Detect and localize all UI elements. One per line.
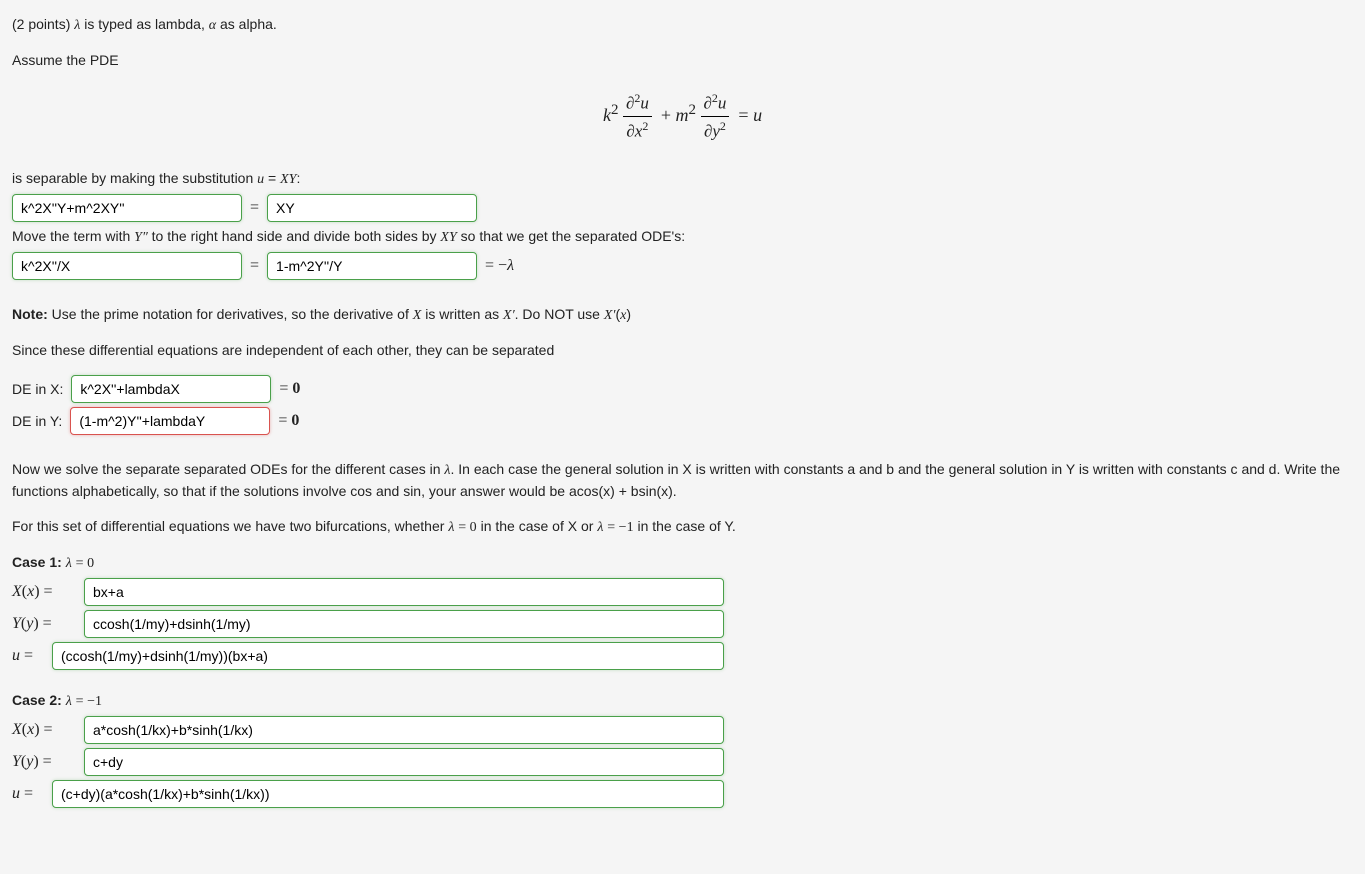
pde-equation: k2 ∂2u∂x2 + m2 ∂2u∂y2 = u [12,89,1353,144]
eq-sign-2: = [250,254,259,278]
separable-text: is separable by making the substitution … [12,168,1353,190]
note-line: Note: Use the prime notation for derivat… [12,304,1353,326]
assume-pde: Assume the PDE [12,50,1353,71]
input-case1-y[interactable] [84,610,724,638]
case1-u-row: u = [12,642,1353,670]
move-term-text: Move the term with Y″ to the right hand … [12,226,1353,248]
solve-para-1: Now we solve the separate separated ODEs… [12,459,1353,502]
input-case1-x[interactable] [84,578,724,606]
eq-zero-2: = 0 [278,409,299,433]
case1-x-row: X(x) = [12,578,1353,606]
input-case2-y[interactable] [84,748,724,776]
case2-u-row: u = [12,780,1353,808]
case1-title: Case 1: λ = 0 [12,552,1353,574]
case2-y-row: Y(y) = [12,748,1353,776]
points-text: (2 points) [12,16,74,32]
input-case2-u[interactable] [52,780,724,808]
case1-y-row: Y(y) = [12,610,1353,638]
note-label: Note: [12,306,48,322]
case2-x-row: X(x) = [12,716,1353,744]
de-y-label: DE in Y: [12,411,62,432]
input-de-y[interactable] [70,407,270,435]
de-y-row: DE in Y: = 0 [12,407,1353,435]
de-x-row: DE in X: = 0 [12,375,1353,403]
independent-text: Since these differential equations are i… [12,340,1353,361]
intro-line: (2 points) λ is typed as lambda, α as al… [12,14,1353,36]
input-case2-x[interactable] [84,716,724,744]
eq-zero-1: = 0 [279,377,300,401]
input-substitution-rhs[interactable] [267,194,477,222]
case2-title: Case 2: λ = −1 [12,690,1353,712]
de-x-label: DE in X: [12,379,63,400]
input-de-x[interactable] [71,375,271,403]
input-case1-u[interactable] [52,642,724,670]
input-separated-rhs[interactable] [267,252,477,280]
eq-sign-1: = [250,196,259,220]
input-separated-lhs[interactable] [12,252,242,280]
input-substitution-lhs[interactable] [12,194,242,222]
solve-para-2: For this set of differential equations w… [12,516,1353,538]
eq-neg-lambda: = −λ [485,254,514,278]
substitution-row: = [12,194,1353,222]
separated-ode-row: = = −λ [12,252,1353,280]
